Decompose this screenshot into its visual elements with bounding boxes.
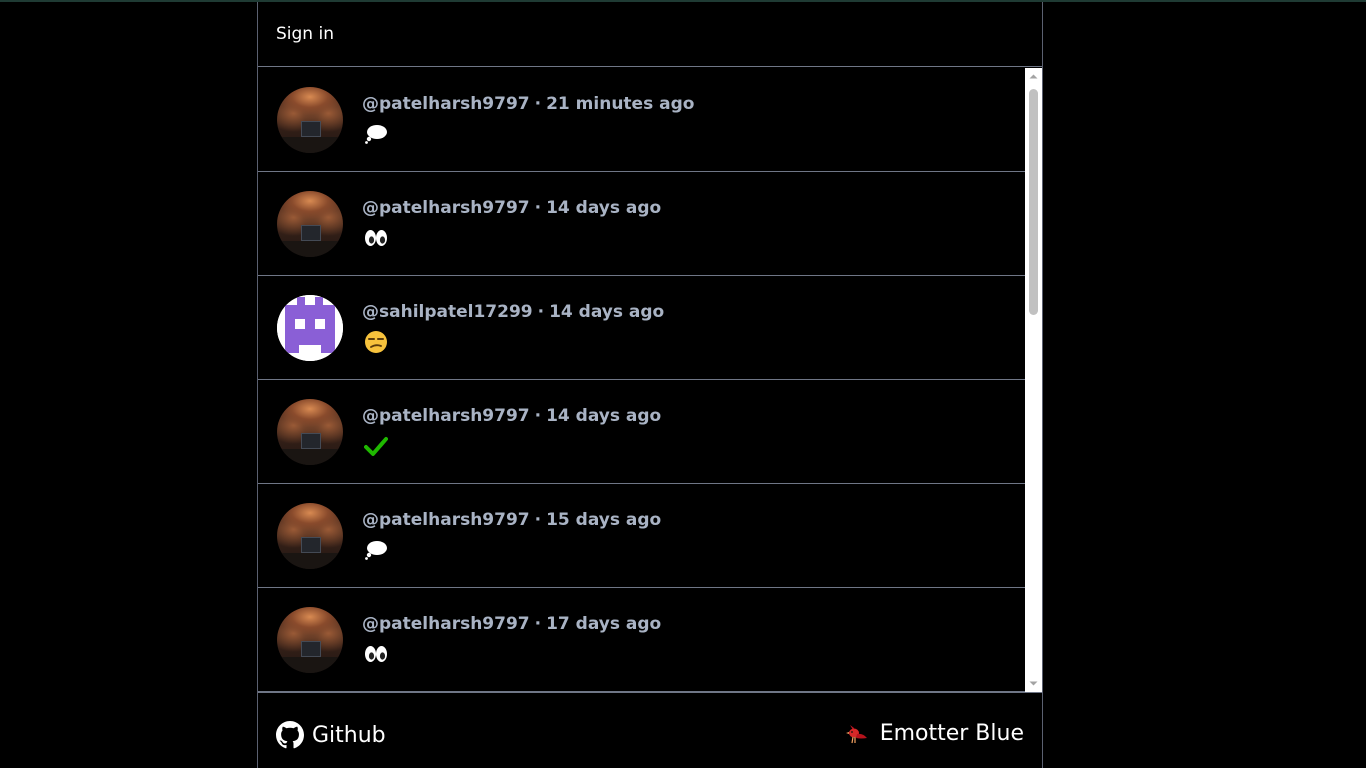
post-handle[interactable]: @sahilpatel17299 [362, 302, 533, 322]
post-handle[interactable]: @patelharsh9797 [362, 510, 530, 530]
avatar-photo-detail [277, 657, 343, 673]
avatar-photo-detail [277, 553, 343, 569]
eyes-icon [364, 226, 388, 250]
header: Sign in [258, 2, 1042, 67]
post-meta: @patelharsh9797 · 21 minutes ago [362, 94, 694, 114]
avatar-photo-detail [301, 433, 321, 449]
avatar[interactable] [277, 503, 343, 569]
thought-bubble-icon [364, 538, 388, 562]
post-separator: · [534, 614, 542, 634]
avatar-photo-detail [277, 449, 343, 465]
post-time: 14 days ago [549, 302, 665, 322]
post-separator: · [534, 198, 542, 218]
brand: Emotter Blue [844, 721, 1024, 746]
post-separator: · [534, 510, 542, 530]
post-handle[interactable]: @patelharsh9797 [362, 198, 530, 218]
sign-in-link[interactable]: Sign in [276, 24, 334, 44]
avatar[interactable] [277, 607, 343, 673]
feed-post: @patelharsh9797 · 21 minutes ago [258, 68, 1025, 172]
post-separator: · [534, 94, 542, 114]
feed-post: @patelharsh9797 · 17 days ago [258, 588, 1025, 692]
app-frame: Sign in @patelharsh9797·21 minutes ago [257, 2, 1043, 768]
feed-post: @patelharsh9797 · 14 days ago [258, 172, 1025, 276]
avatar-photo-detail [277, 137, 343, 153]
github-link[interactable]: Github [276, 721, 386, 749]
post-time: 14 days ago [546, 198, 662, 218]
post-meta: @patelharsh9797 · 14 days ago [362, 406, 661, 426]
github-label: Github [312, 722, 386, 748]
post-time: 14 days ago [546, 406, 662, 426]
post-separator: · [537, 302, 545, 322]
eyes-icon [364, 642, 388, 666]
post-time: 15 days ago [546, 510, 662, 530]
post-meta: @patelharsh9797 · 14 days ago [362, 198, 661, 218]
avatar[interactable] [277, 295, 343, 361]
scrollbar-thumb[interactable] [1029, 89, 1038, 315]
avatar-photo-detail [301, 225, 321, 241]
feed-post: @patelharsh9797 · 14 days ago [258, 380, 1025, 484]
page: Sign in @patelharsh9797·21 minutes ago [0, 0, 1366, 768]
avatar[interactable] [277, 399, 343, 465]
avatar-photo-detail [301, 121, 321, 137]
post-handle[interactable]: @patelharsh9797 [362, 94, 530, 114]
avatar[interactable] [277, 87, 343, 153]
post-meta: @patelharsh9797 · 15 days ago [362, 510, 661, 530]
post-meta: @patelharsh9797 · 17 days ago [362, 614, 661, 634]
brand-label: Emotter Blue [879, 721, 1024, 746]
check-mark-icon [364, 434, 388, 458]
scroll-down-arrow-icon[interactable] [1025, 675, 1042, 692]
github-icon [276, 721, 304, 749]
post-handle[interactable]: @patelharsh9797 [362, 406, 530, 426]
post-meta: @sahilpatel17299 · 14 days ago [362, 302, 664, 322]
avatar-photo-detail [301, 641, 321, 657]
bird-icon [845, 724, 867, 743]
feed-scrollbar[interactable] [1025, 68, 1042, 692]
scroll-up-arrow-icon[interactable] [1025, 68, 1042, 85]
unamused-face-icon [364, 330, 388, 354]
feed[interactable]: @patelharsh9797 · 21 minutes ago @patelh… [258, 68, 1025, 692]
post-handle[interactable]: @patelharsh9797 [362, 614, 530, 634]
footer: Github Emotter Blue [258, 692, 1042, 768]
avatar-photo-detail [301, 537, 321, 553]
post-separator: · [534, 406, 542, 426]
feed-post: @sahilpatel17299 · 14 days ago [258, 276, 1025, 380]
post-time: 17 days ago [546, 614, 662, 634]
post-time: 21 minutes ago [546, 94, 695, 114]
thought-bubble-icon [364, 122, 388, 146]
feed-post: @patelharsh9797 · 15 days ago [258, 484, 1025, 588]
avatar-photo-detail [277, 241, 343, 257]
avatar[interactable] [277, 191, 343, 257]
